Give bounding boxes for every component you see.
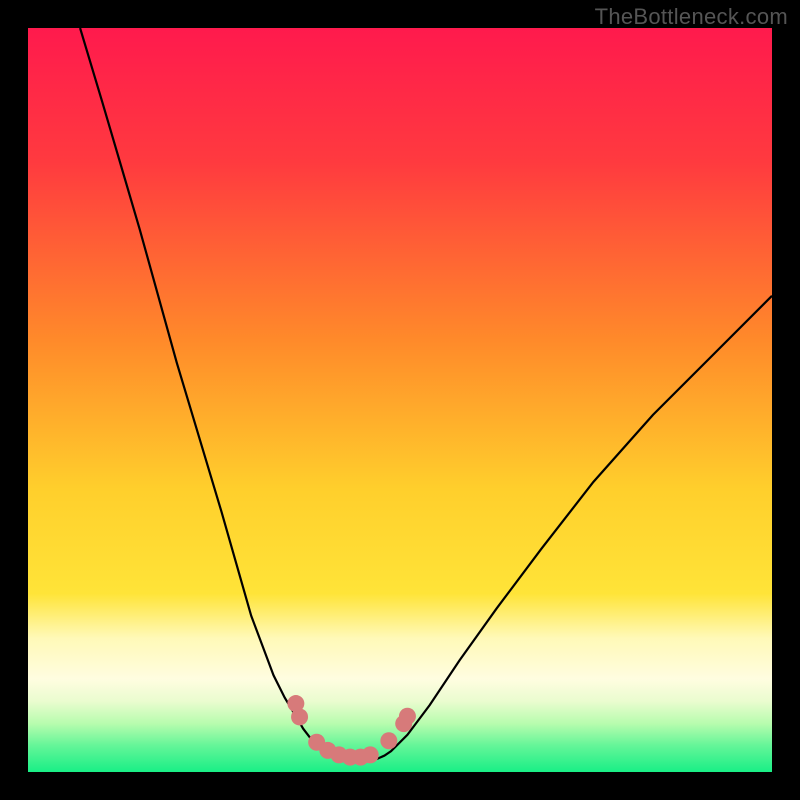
curve-marker [291, 708, 308, 725]
bottleneck-curve [80, 28, 772, 762]
chart-overlay [28, 28, 772, 772]
curve-marker [399, 708, 416, 725]
watermark-text: TheBottleneck.com [595, 4, 788, 30]
curve-marker [362, 746, 379, 763]
curve-markers [287, 695, 416, 766]
chart-frame [28, 28, 772, 772]
curve-marker [380, 732, 397, 749]
